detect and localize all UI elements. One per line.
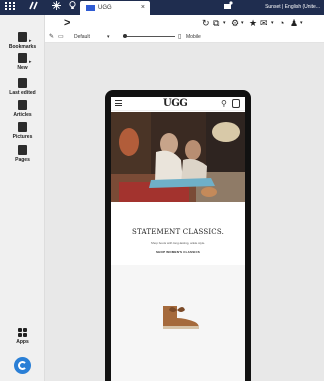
external-link-icon[interactable]: ⧉ [213,17,219,29]
device-select[interactable]: Default [74,32,90,42]
shopping-bag-icon[interactable] [232,99,240,108]
sidebar-item-label: Bookmarks [8,44,37,50]
grid-menu-icon[interactable] [2,0,18,15]
sidebar-item-bookmarks[interactable]: ▸ Bookmarks [0,32,45,50]
sidebar-item-pages[interactable]: Pages [0,145,45,163]
viewport-slider[interactable] [123,36,175,37]
preview-toolbar: ✎ ▭ Default ▾ ▯ Mobile [45,31,324,43]
app-root: UGG × Sunset | English (Unite... ▸ Bookm… [0,0,324,381]
tab-close-icon[interactable]: × [141,2,145,14]
shop-classics-link[interactable]: SHOP WOMEN'S CLASSICS [111,250,245,254]
mobile-device-icon: ▯ [178,34,182,40]
clock-icon[interactable]: ◔ [279,17,284,29]
sidebar-item-pictures[interactable]: Pictures [0,122,45,140]
pin-icon[interactable]: ✎ [49,32,54,42]
search-icon[interactable]: ⚲ [221,99,227,108]
articles-icon [18,100,27,110]
bookmarks-expand-icon[interactable]: ▸ [29,38,32,44]
frame-icon[interactable]: ▭ [58,32,64,42]
tab-label: UGG [98,5,112,11]
bookmarks-icon [18,32,27,42]
hamburger-menu-icon[interactable] [115,100,122,106]
external-link-caret-icon[interactable]: ▾ [223,17,226,29]
boot-product-image[interactable] [159,300,201,330]
site-logo[interactable]: UGG [163,98,188,109]
lightbulb-icon[interactable] [67,0,77,15]
mail-icon[interactable]: ✉ [260,17,268,29]
site-header: UGG ⚲ [111,97,245,111]
last-edited-icon [18,78,27,88]
user-caret-icon[interactable]: ▾ [300,17,303,29]
pictures-icon [18,122,27,132]
preview-canvas: UGG ⚲ STATEMENT CLASSICS. Shop boots wit… [45,43,324,381]
new-icon [18,53,27,63]
mobile-preview-screen[interactable]: UGG ⚲ STATEMENT CLASSICS. Shop boots wit… [111,97,245,381]
settings-icon[interactable]: ⚙ [231,17,239,29]
top-bar: UGG × Sunset | English (Unite... [0,0,324,15]
sidebar-item-label: Pages [15,157,30,163]
hero-image[interactable] [111,112,245,202]
mail-caret-icon[interactable]: ▾ [271,17,274,29]
tab-page-icon [86,5,95,11]
viewport-slider-handle[interactable] [123,34,127,38]
promo-headline: STATEMENT CLASSICS. [131,228,225,236]
device-select-caret-icon[interactable]: ▾ [107,32,110,42]
left-sidebar: ▸ Bookmarks ▸ New Last edited Articles P… [0,15,45,381]
tab-ugg[interactable]: UGG × [80,1,150,15]
sidebar-item-last-edited[interactable]: Last edited [0,78,45,96]
apps-label: Apps [16,339,29,345]
sidebar-item-label: Articles [13,112,32,118]
sidebar-item-label: Pictures [12,134,33,140]
brand-logo-icon[interactable] [14,357,31,374]
secondary-bar: > ↻ ⧉ ▾ ⚙ ▾ ★ ✉ ▾ ◔ ♟ ▾ [45,15,324,31]
settings-caret-icon[interactable]: ▾ [241,17,244,29]
promo-subline: Shop boots with long-lasting, ankle styl… [150,241,206,245]
star-icon[interactable]: ★ [249,17,257,29]
viewport-label: Mobile [186,34,201,40]
app-logo-icon [28,0,40,15]
sidebar-item-label: New [17,65,28,71]
mobile-device-frame: UGG ⚲ STATEMENT CLASSICS. Shop boots wit… [105,90,251,381]
user-icon[interactable]: ♟ [290,17,298,29]
pages-icon [18,145,27,155]
apps-button[interactable]: Apps [0,328,45,345]
sparkle-icon[interactable] [50,0,62,15]
expand-chevron-icon[interactable]: > [64,16,70,30]
new-expand-icon[interactable]: ▸ [29,59,32,65]
sidebar-item-new[interactable]: ▸ New [0,53,45,71]
user-site-label[interactable]: Sunset | English (Unite... [265,0,320,15]
product-area [111,265,245,381]
notifications-icon[interactable] [222,0,234,15]
refresh-icon[interactable]: ↻ [202,17,210,29]
sidebar-item-label: Last edited [9,90,36,96]
sidebar-item-articles[interactable]: Articles [0,100,45,118]
apps-grid-icon [18,328,27,337]
